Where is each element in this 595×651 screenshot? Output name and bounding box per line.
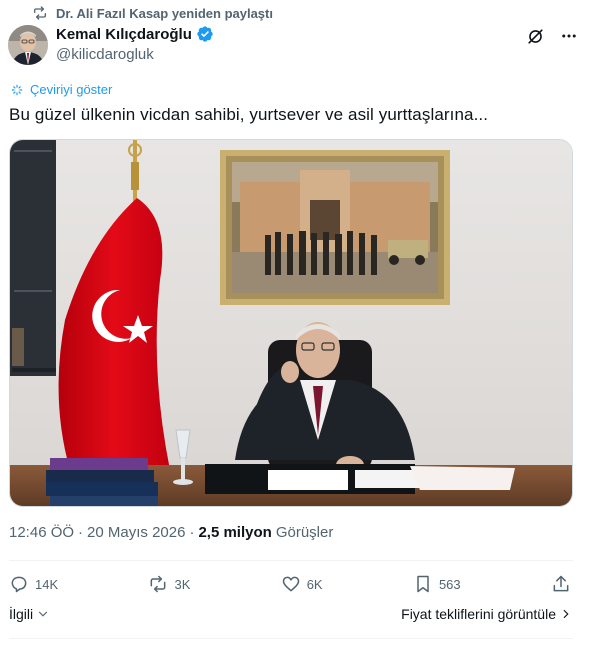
views-count: 2,5 milyon [198,524,272,541]
retweet-button[interactable]: 3K [148,574,190,594]
retweet-icon [151,575,166,593]
repost-icon [34,6,46,20]
tweet-actions-bar: 14K 3K 6K 563 [9,570,571,598]
related-link[interactable]: İlgili [9,606,50,622]
tweet-text: Bu güzel ülkenin vicdan sahibi, yurtseve… [9,105,489,124]
reply-icon [11,576,27,593]
author-block: Kemal Kılıçdaroğlu @kilicdarogluk [56,25,214,63]
translate-label: Çeviriyi göster [30,82,113,97]
translate-icon [11,84,23,95]
bookmark-button[interactable]: 563 [413,574,461,594]
avatar[interactable] [8,25,48,65]
tweet-date[interactable]: 20 Mayıs 2026 [87,524,185,541]
bottom-links: İlgili Fiyat tekliflerini görüntüle [9,606,573,622]
reply-count: 14K [35,576,59,592]
more-options-icon[interactable] [559,26,579,46]
meta-separator: · [78,524,84,541]
divider [9,560,573,561]
top-actions [525,26,579,46]
author-name[interactable]: Kemal Kılıçdaroğlu [56,26,192,43]
share-button[interactable] [551,574,571,594]
like-count: 6K [306,576,323,592]
meta-separator: · [189,524,195,541]
view-offers-link[interactable]: Fiyat tekliflerini görüntüle [401,606,573,622]
translate-link[interactable]: Çeviriyi göster [10,82,112,97]
chevron-down-icon [39,611,48,617]
related-label: İlgili [9,606,34,622]
share-icon [553,575,569,592]
reply-button[interactable]: 14K [9,574,58,594]
repost-text[interactable]: Dr. Ali Fazıl Kasap yeniden paylaştı [56,6,273,21]
repost-header: Dr. Ali Fazıl Kasap yeniden paylaştı [32,4,273,22]
verified-badge-icon [197,26,213,42]
tweet-time[interactable]: 12:46 ÖÖ [9,524,74,541]
grok-icon[interactable] [525,26,545,46]
views-label: Görüşler [275,524,334,541]
divider [9,638,573,639]
bookmark-count: 563 [438,576,461,592]
retweet-count: 3K [174,576,191,592]
view-offers-label: Fiyat tekliflerini görüntüle [401,606,556,622]
tweet-meta: 12:46 ÖÖ · 20 Mayıs 2026 · 2,5 milyon Gö… [9,524,333,541]
author-handle[interactable]: @kilicdarogluk [56,46,214,63]
like-button[interactable]: 6K [281,574,323,594]
heart-icon [282,576,299,592]
bookmark-icon [417,575,429,593]
tweet-media-image[interactable] [9,139,573,507]
chevron-right-icon [563,609,569,619]
